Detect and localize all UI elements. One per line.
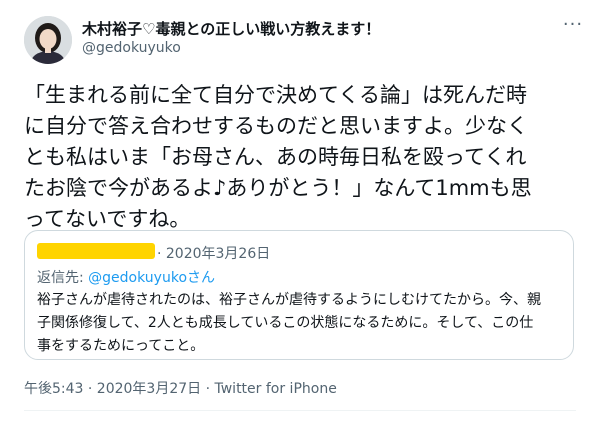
reply-handle-link[interactable]: @gedokuyukoさん bbox=[88, 270, 215, 286]
avatar[interactable] bbox=[24, 16, 72, 64]
reply-to: 返信先: @gedokuyukoさん bbox=[37, 267, 215, 287]
tweet-line: たお陰で今があるよ♪ありがとう！」なんて1mmも思 bbox=[24, 176, 532, 200]
tweet-card: 木村裕子♡毒親との正しい戦い方教えます！ @gedokuyuko ··· 「生ま… bbox=[0, 0, 600, 421]
tweet-line: 「生まれる前に全て自分で決めてくる論」は死んだ時 bbox=[24, 83, 527, 107]
redacted-name bbox=[37, 243, 155, 259]
tweet-line: とも私はいま「お母さん、あの時毎日私を殴ってくれ bbox=[24, 145, 527, 169]
quoted-line: 子関係修復して、2人とも成長しているこの状態になるために。そして、この仕 bbox=[37, 315, 534, 331]
tweet-text: 「生まれる前に全て自分で決めてくる論」は死んだ時 に自分で答え合わせするものだと… bbox=[24, 80, 584, 235]
profile-photo-icon bbox=[24, 16, 72, 64]
quoted-line: 事をするためにってこと。 bbox=[37, 338, 205, 354]
reply-prefix: 返信先: bbox=[37, 270, 89, 286]
tweet-timestamp[interactable]: 午後5:43 · 2020年3月27日 · Twitter for iPhone bbox=[24, 378, 337, 398]
quoted-text: 裕子さんが虐待されたのは、裕子さんが虐待するようにしむけてたから。今、親 子関係… bbox=[37, 289, 563, 358]
tweet-line: に自分で答え合わせするものだと思いますよ。少なく bbox=[24, 114, 528, 138]
author-display-name[interactable]: 木村裕子♡毒親との正しい戦い方教えます！ bbox=[82, 18, 380, 39]
quoted-date[interactable]: · 2020年3月26日 bbox=[157, 243, 270, 263]
author-username[interactable]: @gedokuyuko bbox=[82, 40, 181, 56]
divider bbox=[24, 410, 576, 411]
more-icon[interactable]: ··· bbox=[560, 16, 586, 38]
quoted-line: 裕子さんが虐待されたのは、裕子さんが虐待するようにしむけてたから。今、親 bbox=[37, 292, 541, 308]
quoted-tweet[interactable]: · 2020年3月26日 返信先: @gedokuyukoさん 裕子さんが虐待さ… bbox=[24, 230, 574, 360]
